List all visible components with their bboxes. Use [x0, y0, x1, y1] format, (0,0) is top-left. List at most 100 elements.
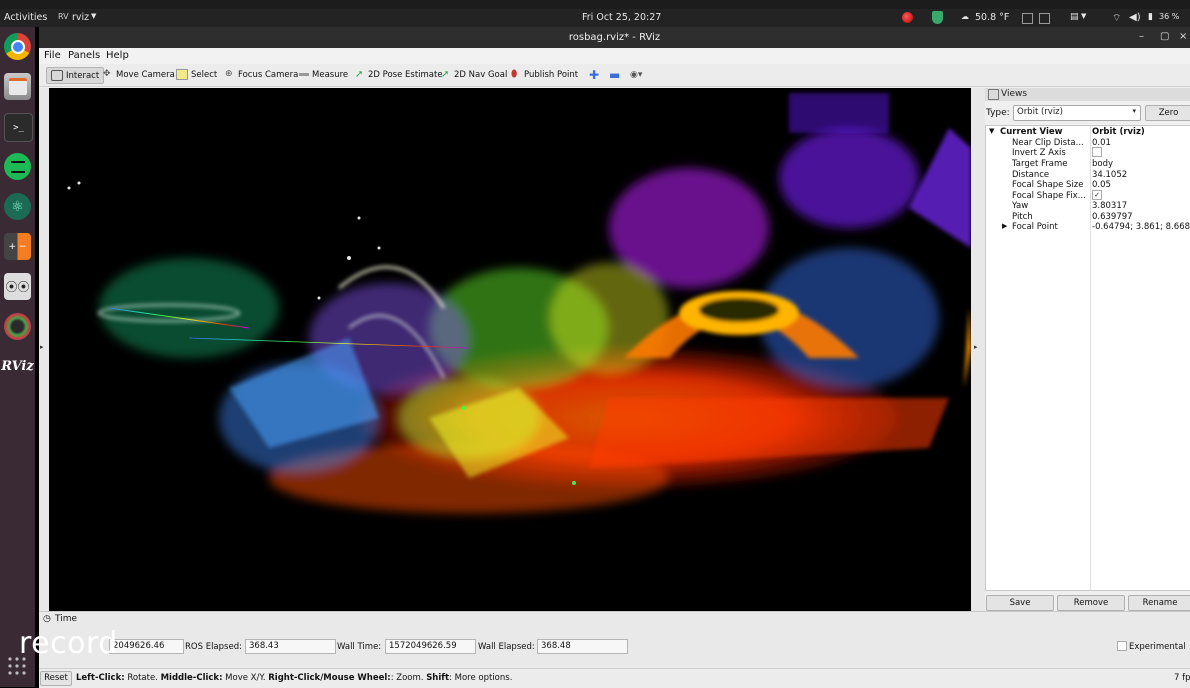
nav-goal-tool[interactable]: ➚ 2D Nav Goal [441, 67, 507, 82]
rename-button[interactable]: Rename [1128, 595, 1190, 611]
current-view-label[interactable]: Current View [1000, 127, 1062, 137]
add-tool-icon[interactable]: ✚ [589, 67, 599, 82]
publish-point-label: Publish Point [524, 69, 579, 80]
select-label: Select [191, 69, 218, 80]
prop-value[interactable]: 3.80317 [1092, 201, 1127, 211]
wall-time-field[interactable]: 1572049626.59 [385, 639, 476, 654]
remove-tool-icon[interactable]: ▬ [609, 67, 620, 82]
focal-shape-fixed-checkbox[interactable]: ✓ [1092, 190, 1102, 200]
menu-file[interactable]: File [44, 50, 61, 61]
move-camera-tool[interactable]: ✥ Move Camera [103, 67, 175, 82]
focus-camera-tool[interactable]: ⊕ Focus Camera [225, 67, 298, 82]
mixer-icon[interactable]: ⦿⦿ [4, 273, 31, 300]
hint-middle-click-text: Move X/Y. [222, 673, 269, 683]
show-apps-grid-icon[interactable] [7, 656, 27, 676]
calculator-icon[interactable]: + − [4, 233, 31, 260]
rviz-icon[interactable]: RViz [1, 353, 34, 380]
volume-icon[interactable]: ◀) [1129, 12, 1141, 23]
panel-icon [988, 89, 999, 100]
prop-name: Distance [1012, 170, 1050, 180]
expand-focal-point-icon[interactable]: ▶ [1002, 222, 1007, 230]
view-properties-tree: ▼ Current View Orbit (rviz) Near Clip Di… [985, 125, 1190, 591]
record-indicator-icon[interactable] [902, 12, 913, 23]
ros-elapsed-field[interactable]: 368.43 [245, 639, 336, 654]
ruler-icon [299, 73, 309, 79]
fps-readout: 7 fp [1174, 673, 1190, 683]
render-3d-view[interactable] [49, 88, 971, 611]
camera-icon[interactable] [4, 313, 31, 340]
top-edge [0, 0, 1190, 9]
focus-camera-label: Focus Camera [238, 69, 299, 80]
publish-point-tool[interactable]: ⬮ Publish Point [511, 67, 578, 82]
prop-value[interactable]: body [1092, 159, 1113, 169]
zero-button[interactable]: Zero [1145, 105, 1190, 121]
type-select-value: Orbit (rviz) [1017, 107, 1063, 117]
close-button[interactable]: × [1179, 31, 1187, 42]
pose-estimate-tool[interactable]: ➚ 2D Pose Estimate [355, 67, 443, 82]
menu-help[interactable]: Help [106, 50, 129, 61]
activities-button[interactable]: Activities [4, 12, 47, 23]
shield-icon[interactable] [932, 11, 943, 24]
clock[interactable]: Fri Oct 25, 20:27 [582, 12, 661, 23]
menu-panels[interactable]: Panels [68, 50, 100, 61]
prop-name: Target Frame [1012, 159, 1068, 169]
files-icon[interactable] [4, 73, 31, 100]
prop-value[interactable]: 34.1052 [1092, 170, 1127, 180]
prop-value[interactable]: -0.64794; 3.861; 8.6686 [1092, 222, 1190, 232]
left-dock-handle[interactable]: ▸ [39, 88, 49, 611]
clipboard-icon[interactable]: ▤ [1070, 12, 1079, 22]
terminal-icon[interactable]: >_ [4, 113, 33, 142]
hint-left-click: Left-Click: [76, 673, 125, 683]
atom-icon[interactable]: ⚛ [4, 193, 31, 220]
remove-button[interactable]: Remove [1057, 595, 1125, 611]
hint-left-click-text: Rotate. [124, 673, 161, 683]
tray-icon-b[interactable] [1039, 13, 1050, 24]
experimental-checkbox[interactable] [1117, 641, 1127, 651]
prop-name: Focal Shape Fix... [1012, 191, 1086, 201]
move-camera-label: Move Camera [116, 69, 175, 80]
weather-text[interactable]: 50.8 °F [975, 12, 1009, 23]
invert-z-checkbox[interactable] [1092, 147, 1102, 157]
app-menu[interactable]: rviz [72, 12, 89, 23]
cloud-icon: ☁ [961, 12, 969, 21]
measure-tool[interactable]: Measure [299, 67, 348, 82]
ros-elapsed-label: ROS Elapsed: [185, 642, 242, 652]
left-collapse-arrow-icon[interactable]: ▸ [40, 343, 44, 351]
ros-time-field[interactable]: 2049626.46 [109, 639, 184, 654]
battery-icon[interactable]: ▮ [1148, 12, 1153, 22]
expand-current-view-icon[interactable]: ▼ [989, 127, 994, 135]
save-button[interactable]: Save [986, 595, 1054, 611]
maximize-button[interactable]: ▢ [1160, 31, 1169, 42]
reset-button[interactable]: Reset [40, 671, 72, 686]
tray-icon-a[interactable] [1022, 13, 1033, 24]
select-icon [176, 69, 188, 80]
right-collapse-arrow-icon[interactable]: ▸ [974, 343, 978, 351]
spotify-icon[interactable] [4, 153, 31, 180]
prop-name: Focal Shape Size [1012, 180, 1084, 190]
minimize-button[interactable]: – [1139, 31, 1144, 42]
chrome-icon[interactable] [4, 33, 31, 60]
prop-name: Focal Point [1012, 222, 1058, 232]
wifi-icon[interactable]: ⌔ [1112, 12, 1121, 25]
type-select[interactable]: Orbit (rviz) ▾ [1013, 105, 1141, 121]
move-icon: ✥ [103, 69, 111, 79]
rviz-app-icon: RV [58, 12, 69, 21]
prop-name: Pitch [1012, 212, 1033, 222]
wall-elapsed-field[interactable]: 368.48 [537, 639, 628, 654]
right-dock-handle[interactable]: ▸ [971, 88, 985, 611]
status-hint: Left-Click: Rotate. Middle-Click: Move X… [76, 673, 512, 683]
map-pin-icon: ⬮ [511, 69, 518, 80]
interact-tool[interactable]: Interact [46, 67, 105, 84]
select-tool[interactable]: Select [176, 67, 217, 82]
record-overlay-text: record [19, 626, 118, 661]
time-panel: ◷ Time 2049626.46 ROS Elapsed: 368.43 Wa… [39, 611, 1190, 669]
tool-props-icon[interactable]: ◉▾ [630, 67, 642, 82]
system-panel: Activities RV rviz ▼ Fri Oct 25, 20:27 ☁… [0, 9, 1190, 27]
current-view-value: Orbit (rviz) [1092, 127, 1145, 137]
wall-elapsed-label: Wall Elapsed: [478, 642, 535, 652]
prop-value[interactable]: 0.05 [1092, 180, 1111, 190]
app-menu-arrow-icon: ▼ [91, 12, 97, 20]
battery-text: 36 % [1159, 12, 1180, 21]
prop-name: Invert Z Axis [1012, 148, 1066, 158]
prop-value[interactable]: 0.639797 [1092, 212, 1133, 222]
